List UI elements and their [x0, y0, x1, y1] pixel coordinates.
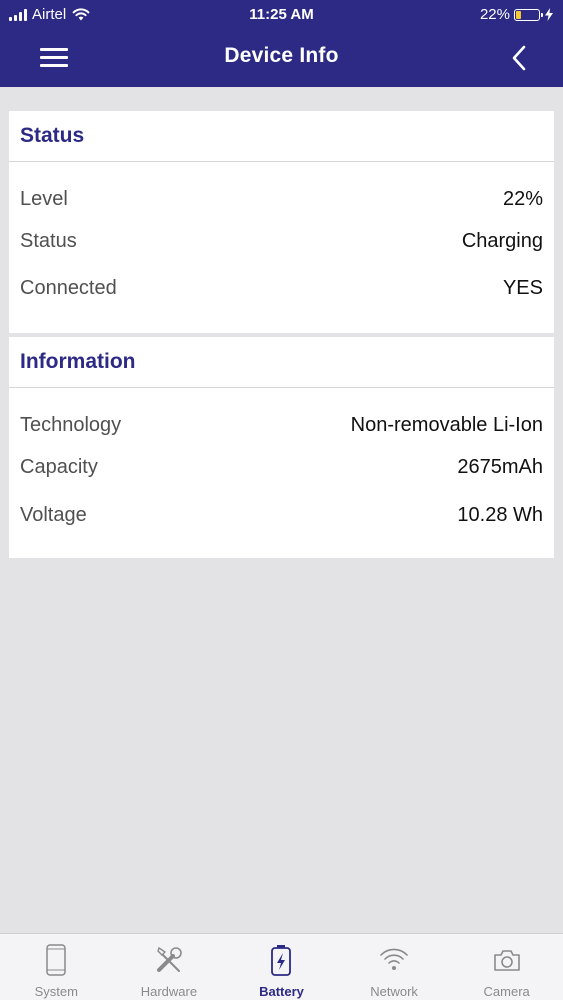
info-row-level: Level 22%	[20, 188, 543, 218]
tab-label: System	[34, 984, 78, 999]
status-bar: Airtel 11:25 AM 22%	[0, 0, 563, 30]
row-value: 10.28 Wh	[457, 504, 543, 526]
row-value: 22%	[502, 188, 543, 210]
tab-hardware[interactable]: Hardware	[113, 934, 226, 1000]
info-row-technology: Technology Non-removable Li-Ion	[20, 414, 543, 444]
info-row-voltage: Voltage 10.28 Wh	[20, 504, 543, 534]
row-label: Technology	[20, 414, 122, 436]
charging-bolt-icon	[545, 8, 553, 21]
info-row-status: Status Charging	[20, 230, 543, 260]
row-label: Capacity	[20, 456, 98, 478]
row-value: Non-removable Li-Ion	[350, 414, 543, 436]
row-label: Voltage	[20, 504, 87, 526]
battery-icon	[514, 8, 543, 21]
camera-icon	[493, 950, 520, 971]
battery-fill	[516, 10, 521, 19]
row-value: YES	[502, 277, 543, 299]
row-label: Status	[20, 230, 77, 252]
page-title: Device Info	[224, 44, 339, 67]
tab-camera[interactable]: Camera	[450, 934, 563, 1000]
information-section-title: Information	[9, 337, 554, 388]
row-value: Charging	[461, 230, 543, 252]
wifi-icon	[380, 948, 408, 970]
nav-bar: Device Info	[0, 30, 563, 87]
tab-label: Network	[370, 984, 418, 999]
row-label: Level	[20, 188, 68, 210]
tab-battery[interactable]: Battery	[225, 934, 338, 1000]
back-chevron-icon[interactable]	[507, 44, 531, 72]
battery-percent: 22%	[479, 6, 510, 23]
status-card: Status Level 22% Status Charging Connect…	[9, 111, 554, 333]
phone-icon	[46, 944, 67, 976]
tab-network[interactable]: Network	[338, 934, 451, 1000]
status-bar-right: 22%	[480, 6, 553, 23]
tab-label: Battery	[259, 984, 304, 999]
tab-label: Hardware	[140, 984, 198, 999]
battery-charging-icon	[271, 945, 292, 976]
row-value: 2675mAh	[457, 456, 543, 478]
status-time: 11:25 AM	[249, 6, 314, 23]
tools-icon	[156, 946, 182, 972]
tab-label: Camera	[483, 984, 530, 999]
status-section-title: Status	[9, 111, 554, 162]
info-row-capacity: Capacity 2675mAh	[20, 456, 543, 486]
info-row-connected: Connected YES	[20, 277, 543, 307]
row-label: Connected	[20, 277, 117, 299]
bottom-tab-bar: System Hardware Battery Network Camera	[0, 933, 563, 1000]
information-card: Information Technology Non-removable Li-…	[9, 337, 554, 558]
app-header: Airtel 11:25 AM 22% Device Info	[0, 0, 563, 87]
tab-system[interactable]: System	[0, 934, 113, 1000]
